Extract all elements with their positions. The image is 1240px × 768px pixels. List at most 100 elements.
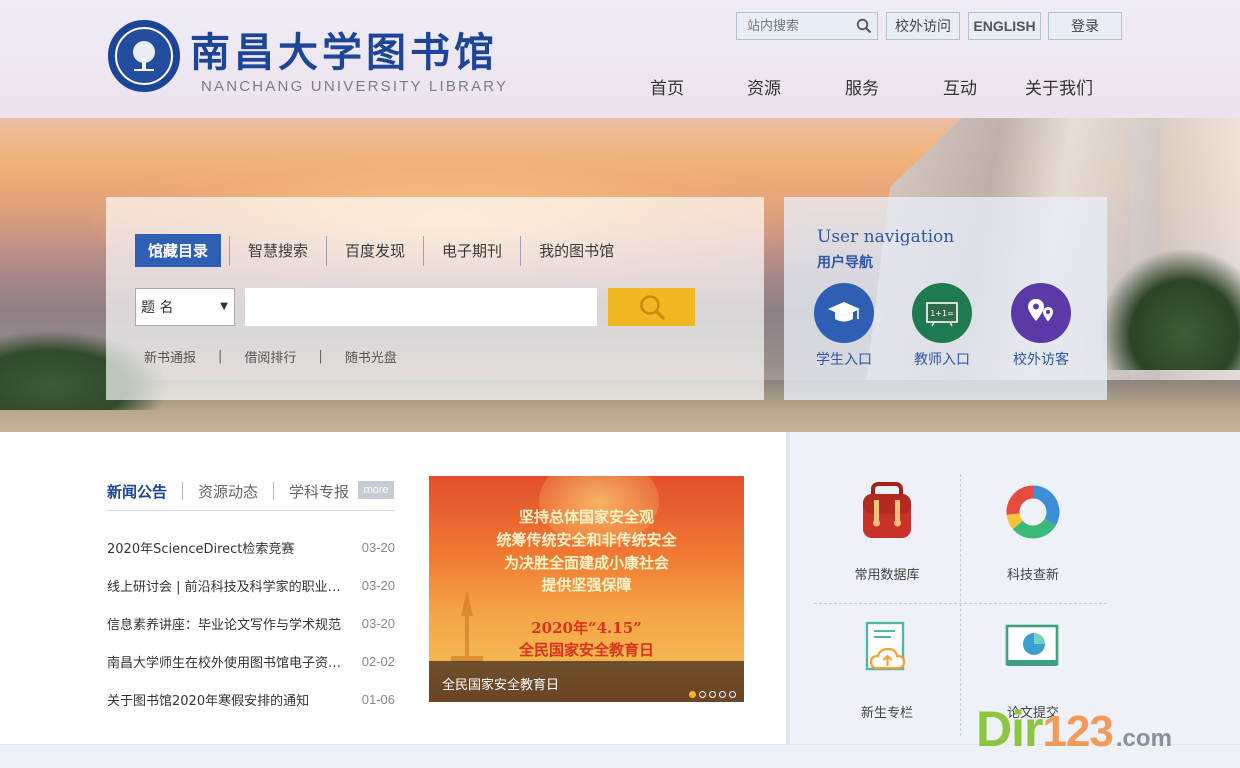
university-seal-logo[interactable]: [108, 20, 180, 92]
catalog-search-button[interactable]: [608, 288, 695, 326]
teacher-entry-label: 教师入口: [914, 352, 970, 368]
link-separator: |: [318, 349, 323, 364]
service-freshman-column[interactable]: 新生专栏: [814, 618, 960, 721]
news-item[interactable]: 2020年ScienceDirect检索竞赛 03-20: [107, 528, 395, 566]
catalog-search-panel: 馆藏目录 智慧搜索 百度发现 电子期刊 我的图书馆 题 名 ▼ 新书通报 | 借…: [106, 197, 764, 400]
tab-news-announcements[interactable]: 新闻公告: [107, 481, 167, 502]
news-item[interactable]: 信息素养讲座：毕业论文写作与学术规范 03-20: [107, 604, 395, 642]
library-subtitle: NANCHANG UNIVERSITY LIBRARY: [201, 78, 509, 95]
trees-right: [1100, 250, 1240, 370]
news-date: 03-20: [361, 615, 395, 631]
news-item[interactable]: 线上研讨会 | 前沿科技及科学家的职业发展 03-20: [107, 566, 395, 604]
services-edge: [786, 432, 790, 744]
carousel-dot[interactable]: [689, 691, 696, 698]
nav-resources[interactable]: 资源: [747, 74, 781, 99]
blackboard-icon: 1+1=: [926, 302, 958, 327]
dir123-watermark-logo: Dir 123 .com: [976, 700, 1172, 758]
service-novelty-search[interactable]: 科技查新: [960, 480, 1106, 583]
offcampus-access-button[interactable]: 校外访问: [886, 12, 960, 40]
search-field-select[interactable]: 题 名 ▼: [135, 288, 235, 326]
nav-home[interactable]: 首页: [650, 74, 684, 99]
login-button[interactable]: 登录: [1048, 12, 1122, 40]
news-title: 关于图书馆2020年寒假安排的通知: [107, 693, 310, 709]
nav-interaction[interactable]: 互动: [943, 74, 977, 99]
link-borrow-ranking[interactable]: 借阅排行: [244, 347, 296, 366]
news-title: 线上研讨会 | 前沿科技及科学家的职业发展: [107, 579, 347, 595]
news-title: 2020年ScienceDirect检索竞赛: [107, 541, 295, 557]
news-tab-divider: [182, 482, 184, 500]
banner-line: 坚持总体国家安全观: [518, 508, 654, 526]
nav-about-us[interactable]: 关于我们: [1025, 74, 1093, 99]
pie-chart-book-icon: [1001, 618, 1065, 682]
carousel-dot[interactable]: [709, 691, 716, 698]
services-grid: 常用数据库 科技查新 新生专栏 论文提交: [814, 474, 1107, 736]
backpack-icon: [855, 480, 919, 544]
carousel-dot[interactable]: [729, 691, 736, 698]
news-item[interactable]: 南昌大学师生在校外使用图书馆电子资源的方法 02-02: [107, 642, 395, 680]
news-title: 信息素养讲座：毕业论文写作与学术规范: [107, 617, 342, 633]
link-new-books[interactable]: 新书通报: [144, 347, 196, 366]
seal-inner: [115, 27, 173, 85]
site-search-input[interactable]: [737, 13, 851, 39]
watermark-part: 123: [1042, 707, 1113, 756]
news-more-button[interactable]: more: [358, 481, 394, 499]
english-button[interactable]: ENGLISH: [968, 12, 1041, 40]
tree-icon: [133, 41, 155, 71]
graduation-cap-icon: [828, 302, 860, 322]
tab-subject-reports[interactable]: 学科专报: [289, 481, 349, 502]
search-tabs: 馆藏目录 智慧搜索 百度发现 电子期刊 我的图书馆: [135, 234, 632, 267]
news-date: 03-20: [361, 539, 395, 555]
search-field-value: 题 名: [141, 300, 174, 316]
carousel-dot[interactable]: [699, 691, 706, 698]
dropdown-arrow-icon: ▼: [220, 301, 228, 312]
banner-caption: 全民国家安全教育日: [442, 678, 560, 693]
site-search[interactable]: [736, 12, 878, 40]
visitor-entry-label: 校外访客: [1013, 352, 1069, 368]
news-banner-carousel[interactable]: 坚持总体国家安全观 统筹传统安全和非传统安全 为决胜全面建成小康社会 提供坚强保…: [429, 476, 744, 702]
search-icon[interactable]: [851, 13, 877, 39]
news-divider: [107, 510, 395, 511]
news-list: 2020年ScienceDirect检索竞赛 03-20 线上研讨会 | 前沿科…: [107, 528, 395, 718]
tab-smart-search[interactable]: 智慧搜索: [230, 234, 326, 267]
carousel-dots: [689, 691, 736, 698]
watermark-part: Dir: [976, 701, 1043, 757]
quick-links: 新书通报 | 借阅排行 | 随书光盘: [144, 347, 397, 366]
service-label: 科技查新: [1006, 568, 1059, 583]
link-book-cds[interactable]: 随书光盘: [345, 347, 397, 366]
news-tab-divider: [273, 482, 275, 500]
user-nav-title-cn: 用户导航: [817, 255, 873, 271]
service-databases[interactable]: 常用数据库: [814, 480, 960, 583]
banner-line: 提供坚强保障: [541, 576, 632, 594]
donut-chart-icon: [1001, 480, 1065, 544]
banner-line: 全民国家安全教育日: [518, 641, 654, 659]
teacher-entry[interactable]: 1+1= 教师入口: [897, 283, 987, 369]
news-date: 01-06: [361, 691, 395, 707]
news-date: 03-20: [361, 577, 395, 593]
news-item[interactable]: 关于图书馆2020年寒假安排的通知 01-06: [107, 680, 395, 718]
news-date: 02-02: [361, 653, 395, 669]
tab-catalog[interactable]: 馆藏目录: [135, 234, 222, 267]
carousel-dot[interactable]: [719, 691, 726, 698]
student-entry-label: 学生入口: [816, 352, 872, 368]
cloud-upload-document-icon: [855, 618, 919, 682]
banner-line: 2020年“4.15”: [531, 619, 642, 637]
tab-my-library[interactable]: 我的图书馆: [521, 234, 632, 267]
banner-line: 统筹传统安全和非传统安全: [496, 531, 677, 549]
teacher-entry-circle: 1+1=: [912, 283, 972, 343]
tab-baidu-discover[interactable]: 百度发现: [327, 234, 423, 267]
link-separator: |: [218, 349, 223, 364]
student-entry-circle: [814, 283, 874, 343]
visitor-entry[interactable]: 校外访客: [996, 283, 1086, 369]
magnifier-icon: [639, 295, 665, 320]
nav-services[interactable]: 服务: [845, 74, 879, 99]
grid-divider-horizontal: [814, 603, 1107, 604]
service-label: 常用数据库: [854, 568, 920, 583]
tab-e-journals[interactable]: 电子期刊: [424, 234, 520, 267]
user-nav-title-en: User navigation: [817, 227, 955, 247]
library-title: 南昌大学图书馆: [190, 29, 498, 76]
banner-line: 为决胜全面建成小康社会: [503, 554, 669, 572]
catalog-search-input[interactable]: [245, 288, 597, 326]
news-title: 南昌大学师生在校外使用图书馆电子资源的方法: [107, 655, 347, 671]
student-entry[interactable]: 学生入口: [799, 283, 889, 369]
tab-resource-updates[interactable]: 资源动态: [198, 481, 258, 502]
